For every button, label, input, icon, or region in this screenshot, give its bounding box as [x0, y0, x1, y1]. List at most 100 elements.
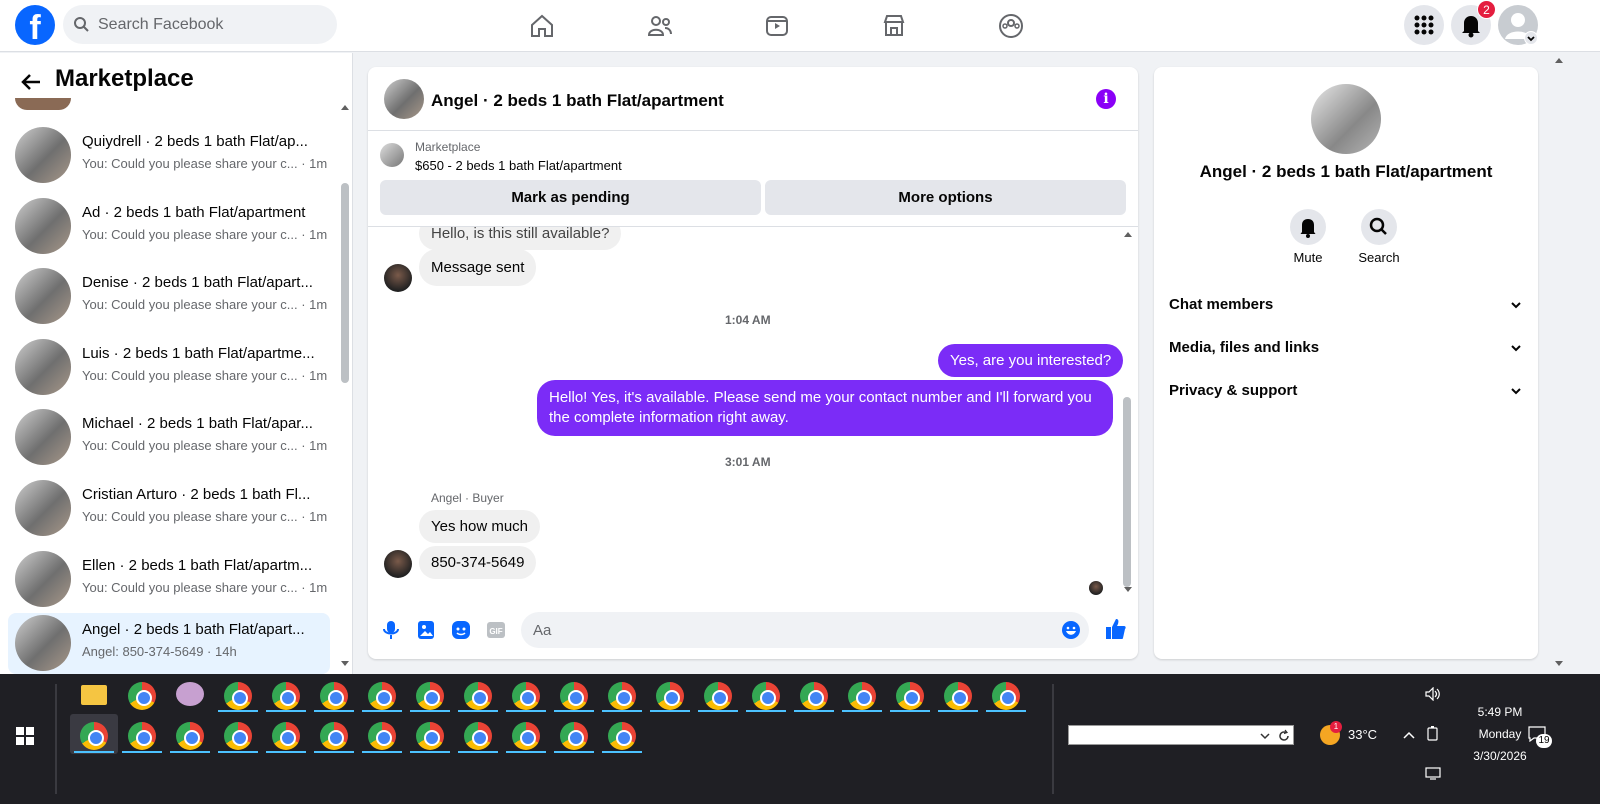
- chrome-icon[interactable]: [368, 722, 396, 750]
- mark-as-pending-button[interactable]: Mark as pending: [380, 180, 761, 215]
- chevron-up-icon[interactable]: [1402, 729, 1416, 741]
- chat-avatar[interactable]: [384, 79, 424, 119]
- search-input[interactable]: Search Facebook: [98, 16, 223, 34]
- more-options-button[interactable]: More options: [765, 180, 1126, 215]
- running-indicator: [554, 751, 594, 753]
- chrome-icon[interactable]: [608, 682, 636, 710]
- chrome-icon[interactable]: [464, 682, 492, 710]
- gif-icon[interactable]: GIF: [485, 619, 507, 641]
- battery-icon[interactable]: [1426, 726, 1440, 742]
- chrome-icon[interactable]: [128, 682, 156, 710]
- chrome-icon[interactable]: [416, 722, 444, 750]
- chrome-icon[interactable]: [752, 682, 780, 710]
- groups-icon[interactable]: [997, 12, 1025, 40]
- chrome-icon[interactable]: [560, 722, 588, 750]
- message-input[interactable]: Aa: [521, 612, 1089, 648]
- conversation-name: Michael · 2 beds 1 bath Flat/apar...: [82, 415, 313, 432]
- chat-title[interactable]: Angel · 2 beds 1 bath Flat/apartment: [431, 91, 724, 111]
- microphone-icon[interactable]: [380, 619, 402, 641]
- running-indicator: [698, 710, 738, 712]
- scroll-down-arrow-icon[interactable]: [1123, 586, 1133, 594]
- chrome-icon[interactable]: [512, 722, 540, 750]
- chrome-icon[interactable]: [272, 722, 300, 750]
- chrome-icon[interactable]: [416, 682, 444, 710]
- conversation-item[interactable]: Denise · 2 beds 1 bath Flat/apart... You…: [8, 266, 330, 327]
- file-explorer-icon[interactable]: [81, 685, 107, 705]
- scroll-up-arrow-icon[interactable]: [340, 103, 350, 111]
- listing-thumbnail[interactable]: [380, 143, 404, 167]
- chat-scrollbar-thumb[interactable]: [1123, 397, 1131, 587]
- profile-avatar[interactable]: [1311, 84, 1381, 154]
- chevron-down-icon[interactable]: [1259, 730, 1271, 742]
- thumbs-up-icon[interactable]: [1104, 617, 1128, 641]
- marketplace-icon[interactable]: [880, 12, 908, 40]
- scroll-up-arrow-icon[interactable]: [1123, 230, 1133, 238]
- page-scroll-down-icon[interactable]: [1554, 660, 1564, 668]
- page-scroll-up-icon[interactable]: [1554, 56, 1564, 64]
- chrome-icon[interactable]: [224, 722, 252, 750]
- chrome-icon[interactable]: [464, 722, 492, 750]
- speaker-icon[interactable]: [1425, 687, 1441, 701]
- clock-date[interactable]: 3/30/2026: [1458, 749, 1542, 763]
- running-indicator: [410, 710, 450, 712]
- section-label: Media, files and links: [1169, 339, 1320, 356]
- conversation-item[interactable]: Luis · 2 beds 1 bath Flat/apartme... You…: [8, 337, 330, 398]
- search-box[interactable]: Search Facebook: [63, 5, 337, 44]
- section-privacy-support[interactable]: Privacy & support: [1169, 382, 1523, 418]
- network-icon[interactable]: [1425, 766, 1441, 780]
- refresh-icon[interactable]: [1277, 729, 1291, 743]
- emoji-icon[interactable]: [1060, 619, 1082, 641]
- chrome-icon[interactable]: [896, 682, 924, 710]
- sender-label: Angel · Buyer: [431, 491, 504, 505]
- bell-icon: [1300, 219, 1316, 238]
- clock-time[interactable]: 5:49 PM: [1458, 705, 1542, 719]
- app-icon[interactable]: [176, 682, 204, 706]
- conversation-item[interactable]: Quiydrell · 2 beds 1 bath Flat/ap... You…: [8, 125, 330, 186]
- scrollbar-thumb[interactable]: [341, 183, 349, 383]
- conversation-item-active[interactable]: Angel · 2 beds 1 bath Flat/apart... Ange…: [8, 613, 330, 674]
- listing-banner: Marketplace $650 - 2 beds 1 bath Flat/ap…: [368, 131, 1138, 227]
- conversation-item[interactable]: Michael · 2 beds 1 bath Flat/apar... You…: [8, 407, 330, 468]
- conversation-item[interactable]: Ellen · 2 beds 1 bath Flat/apartm... You…: [8, 549, 330, 610]
- chrome-icon[interactable]: [608, 722, 636, 750]
- chrome-icon[interactable]: [320, 682, 348, 710]
- sticker-icon[interactable]: [450, 619, 472, 641]
- chrome-icon[interactable]: [128, 722, 156, 750]
- chrome-icon[interactable]: [848, 682, 876, 710]
- chrome-icon[interactable]: [176, 722, 204, 750]
- facebook-logo[interactable]: f: [15, 5, 55, 45]
- chrome-icon[interactable]: [272, 682, 300, 710]
- photo-icon[interactable]: [415, 619, 437, 641]
- listing-title[interactable]: $650 - 2 beds 1 bath Flat/apartment: [415, 158, 622, 173]
- chrome-icon[interactable]: [800, 682, 828, 710]
- chrome-icon[interactable]: [992, 682, 1020, 710]
- address-toolbar-input[interactable]: [1068, 725, 1294, 745]
- home-icon[interactable]: [528, 12, 556, 40]
- menu-button[interactable]: [1404, 5, 1444, 45]
- section-media-files-links[interactable]: Media, files and links: [1169, 339, 1523, 375]
- chrome-icon[interactable]: [656, 682, 684, 710]
- chrome-icon[interactable]: [944, 682, 972, 710]
- running-indicator: [170, 751, 210, 753]
- search-in-conversation-button[interactable]: [1361, 209, 1397, 245]
- video-icon[interactable]: [763, 12, 791, 40]
- chrome-icon[interactable]: [368, 682, 396, 710]
- back-arrow-icon[interactable]: [20, 71, 42, 93]
- conversation-item[interactable]: Cristian Arturo · 2 beds 1 bath Fl... Yo…: [8, 478, 330, 539]
- conversation-item[interactable]: Ad · 2 beds 1 bath Flat/apartment You: C…: [8, 196, 330, 257]
- info-icon[interactable]: i: [1096, 89, 1116, 109]
- scroll-down-arrow-icon[interactable]: [340, 660, 350, 668]
- chrome-icon[interactable]: [560, 682, 588, 710]
- account-chevron[interactable]: [1524, 31, 1538, 45]
- section-chat-members[interactable]: Chat members: [1169, 296, 1523, 332]
- chrome-icon[interactable]: [80, 722, 108, 750]
- temperature[interactable]: 33°C: [1348, 727, 1377, 742]
- chrome-icon[interactable]: [704, 682, 732, 710]
- chrome-icon[interactable]: [512, 682, 540, 710]
- mute-button[interactable]: [1290, 209, 1326, 245]
- chrome-icon[interactable]: [320, 722, 348, 750]
- chrome-icon[interactable]: [224, 682, 252, 710]
- windows-start-icon[interactable]: [16, 727, 34, 745]
- conversation-name: Ellen · 2 beds 1 bath Flat/apartm...: [82, 557, 313, 574]
- friends-icon[interactable]: [646, 12, 674, 40]
